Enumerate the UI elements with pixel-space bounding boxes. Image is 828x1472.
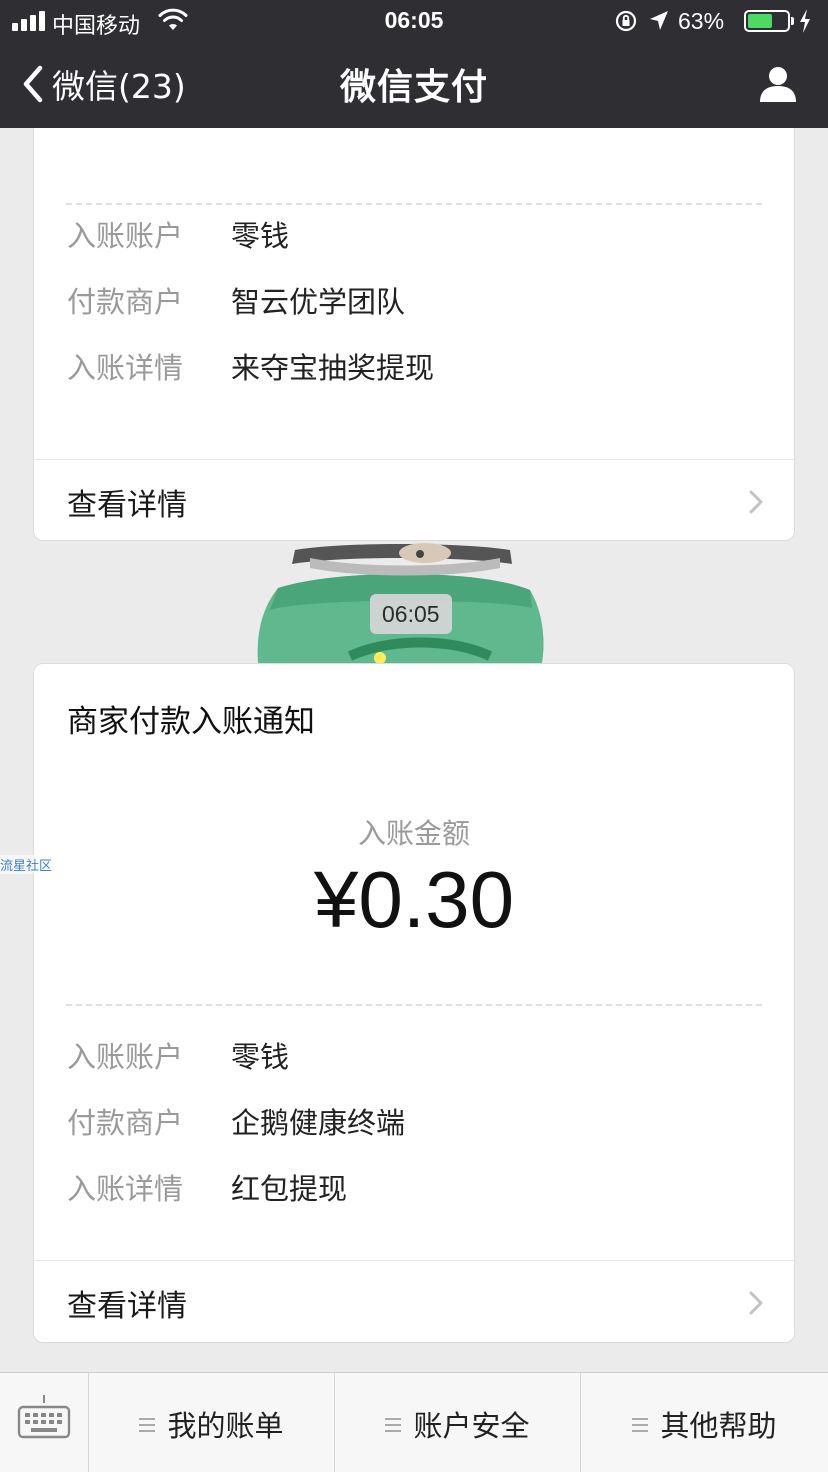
field-label: 付款商户 <box>67 285 184 319</box>
battery-icon <box>744 10 794 32</box>
menu-lines-icon <box>139 1418 156 1432</box>
field-value: 智云优学团队 <box>231 285 406 319</box>
field-label: 入账详情 <box>67 1172 184 1206</box>
view-details-link[interactable]: 查看详情 <box>34 460 794 542</box>
keyboard-icon <box>17 1395 71 1439</box>
dashed-divider <box>66 203 762 205</box>
menu-lines-icon <box>632 1418 649 1432</box>
field-value: 零钱 <box>231 1040 290 1074</box>
rotation-lock-icon <box>615 10 637 32</box>
bottom-menu-bar: 我的账单 账户安全 其他帮助 <box>0 1372 828 1472</box>
watermark-label: 流星社区 <box>0 855 53 874</box>
menu-lines-icon <box>385 1418 402 1432</box>
field-label: 付款商户 <box>67 1106 184 1140</box>
field-row: 入账账户 零钱 <box>67 213 761 253</box>
field-value: 来夺宝抽奖提现 <box>231 351 435 385</box>
field-value: 零钱 <box>231 219 290 253</box>
field-label: 入账账户 <box>67 219 184 253</box>
field-value: 企鹅健康终端 <box>231 1106 406 1140</box>
payment-notification-card: 入账账户 零钱 付款商户 智云优学团队 入账详情 来夺宝抽奖提现 查看详情 <box>33 128 795 541</box>
status-bar: 中国移动 06:05 63% <box>0 0 828 42</box>
field-row: 入账详情 来夺宝抽奖提现 <box>67 345 761 385</box>
view-details-link[interactable]: 查看详情 <box>34 1261 794 1343</box>
battery-level <box>748 14 772 28</box>
chevron-right-icon <box>749 490 763 514</box>
message-timestamp: 06:05 <box>370 594 452 634</box>
battery-percent: 63% <box>678 8 725 34</box>
amount-value: ¥0.30 <box>313 855 515 944</box>
field-label: 入账详情 <box>67 351 184 385</box>
field-row: 付款商户 企鹅健康终端 <box>67 1100 761 1140</box>
field-row: 入账账户 零钱 <box>67 1034 761 1074</box>
menu-my-bills[interactable]: 我的账单 <box>89 1373 335 1472</box>
field-row: 入账详情 红包提现 <box>67 1166 761 1206</box>
menu-label: 我的账单 <box>167 1409 284 1443</box>
keyboard-toggle-button[interactable] <box>0 1373 89 1472</box>
view-details-label: 查看详情 <box>67 1289 187 1324</box>
amount-label: 入账金额 <box>357 817 470 850</box>
menu-label: 其他帮助 <box>660 1409 777 1443</box>
field-row: 付款商户 智云优学团队 <box>67 279 761 319</box>
top-bar: 中国移动 06:05 63% 微信(23) 微信支付 <box>0 0 828 128</box>
dashed-divider <box>66 1004 762 1006</box>
message-list[interactable]: 入账账户 零钱 付款商户 智云优学团队 入账详情 来夺宝抽奖提现 查看详情 06… <box>0 128 828 1372</box>
payment-notification-card: 商家付款入账通知 入账金额 ¥0.30 入账账户 零钱 付款商户 企鹅健康终端 … <box>33 663 795 1343</box>
field-label: 入账账户 <box>67 1040 184 1074</box>
location-arrow-icon <box>650 11 668 30</box>
chevron-right-icon <box>749 1291 763 1315</box>
menu-other-help[interactable]: 其他帮助 <box>581 1373 828 1472</box>
page-title: 微信支付 <box>339 67 488 108</box>
field-value: 红包提现 <box>231 1172 348 1206</box>
menu-account-security[interactable]: 账户安全 <box>335 1373 581 1472</box>
view-details-label: 查看详情 <box>67 488 187 523</box>
menu-label: 账户安全 <box>413 1409 530 1443</box>
profile-icon[interactable] <box>758 64 798 104</box>
charging-bolt-icon <box>800 9 810 33</box>
notification-title: 商家付款入账通知 <box>67 704 315 740</box>
